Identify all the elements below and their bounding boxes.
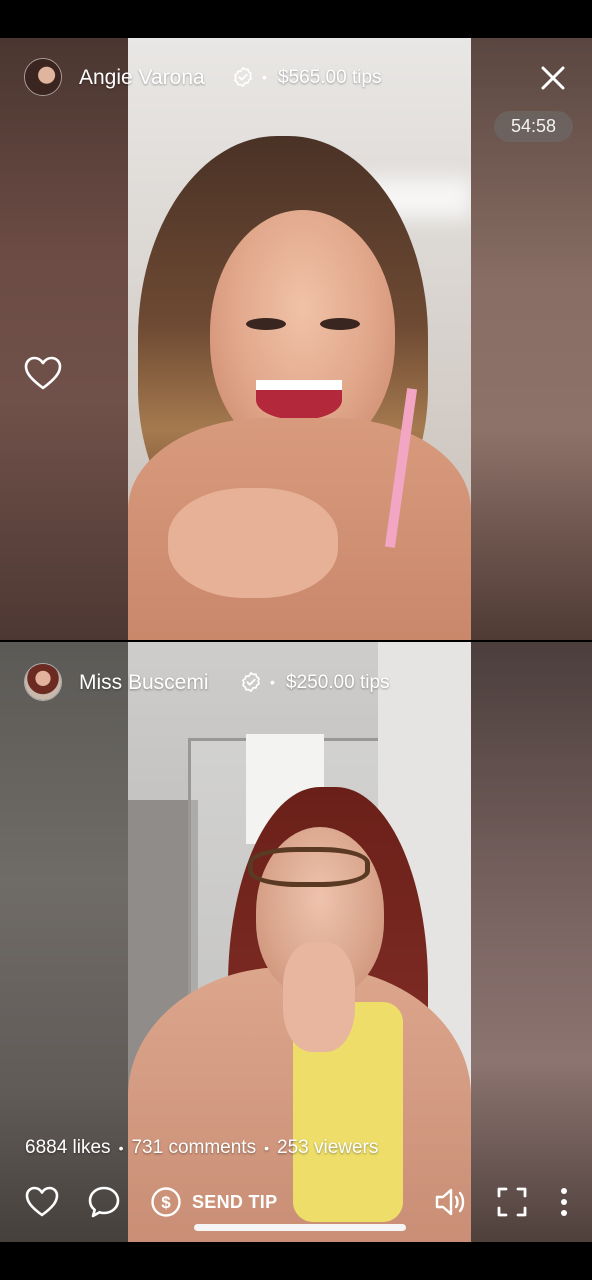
heart-icon[interactable] bbox=[23, 354, 63, 394]
top-stream-video[interactable] bbox=[128, 38, 471, 640]
send-tip-button[interactable]: $ SEND TIP bbox=[150, 1185, 277, 1219]
verified-badge-icon bbox=[242, 672, 260, 692]
heart-icon[interactable] bbox=[24, 1184, 60, 1220]
top-stream-left-blur bbox=[0, 38, 128, 640]
stream-timer: 54:58 bbox=[494, 111, 573, 142]
bottom-action-bar: $ SEND TIP bbox=[0, 1178, 592, 1226]
stream-stats: 6884 likes • 731 comments • 253 viewers bbox=[25, 1137, 378, 1159]
left-eye bbox=[246, 318, 286, 330]
separator: • bbox=[264, 1139, 269, 1156]
close-icon[interactable] bbox=[538, 63, 568, 93]
bottom-stream-right-blur bbox=[471, 642, 592, 1242]
avatar[interactable] bbox=[24, 663, 62, 701]
verified-badge-icon bbox=[234, 67, 252, 87]
fullscreen-icon[interactable] bbox=[494, 1184, 530, 1220]
separator: • bbox=[118, 1139, 124, 1156]
send-tip-label: SEND TIP bbox=[192, 1191, 278, 1212]
host-name[interactable]: Miss Buscemi bbox=[79, 671, 209, 695]
dollar-icon: $ bbox=[151, 1187, 181, 1217]
separator: • bbox=[262, 69, 267, 85]
viewers-count: 253 viewers bbox=[277, 1137, 379, 1158]
likes-count: 6884 likes bbox=[25, 1137, 111, 1158]
streamer-hand bbox=[283, 942, 355, 1052]
smile bbox=[256, 380, 342, 420]
bottom-stream-header: Miss Buscemi • $250.00 tips bbox=[0, 659, 592, 705]
home-indicator[interactable] bbox=[194, 1224, 406, 1231]
streamer-hand bbox=[168, 488, 338, 598]
volume-icon[interactable] bbox=[432, 1184, 468, 1220]
comment-icon[interactable] bbox=[86, 1184, 122, 1220]
svg-text:$: $ bbox=[161, 1193, 171, 1212]
glasses bbox=[248, 847, 370, 887]
more-vertical-icon[interactable] bbox=[546, 1184, 582, 1220]
top-stream-header: Angie Varona • $565.00 tips bbox=[0, 54, 592, 100]
host-name[interactable]: Angie Varona bbox=[79, 66, 205, 90]
comments-count[interactable]: 731 comments bbox=[131, 1137, 256, 1158]
avatar[interactable] bbox=[24, 58, 62, 96]
tips-total: $250.00 tips bbox=[286, 672, 390, 693]
separator: • bbox=[270, 674, 275, 690]
right-eye bbox=[320, 318, 360, 330]
tips-total: $565.00 tips bbox=[278, 67, 382, 88]
